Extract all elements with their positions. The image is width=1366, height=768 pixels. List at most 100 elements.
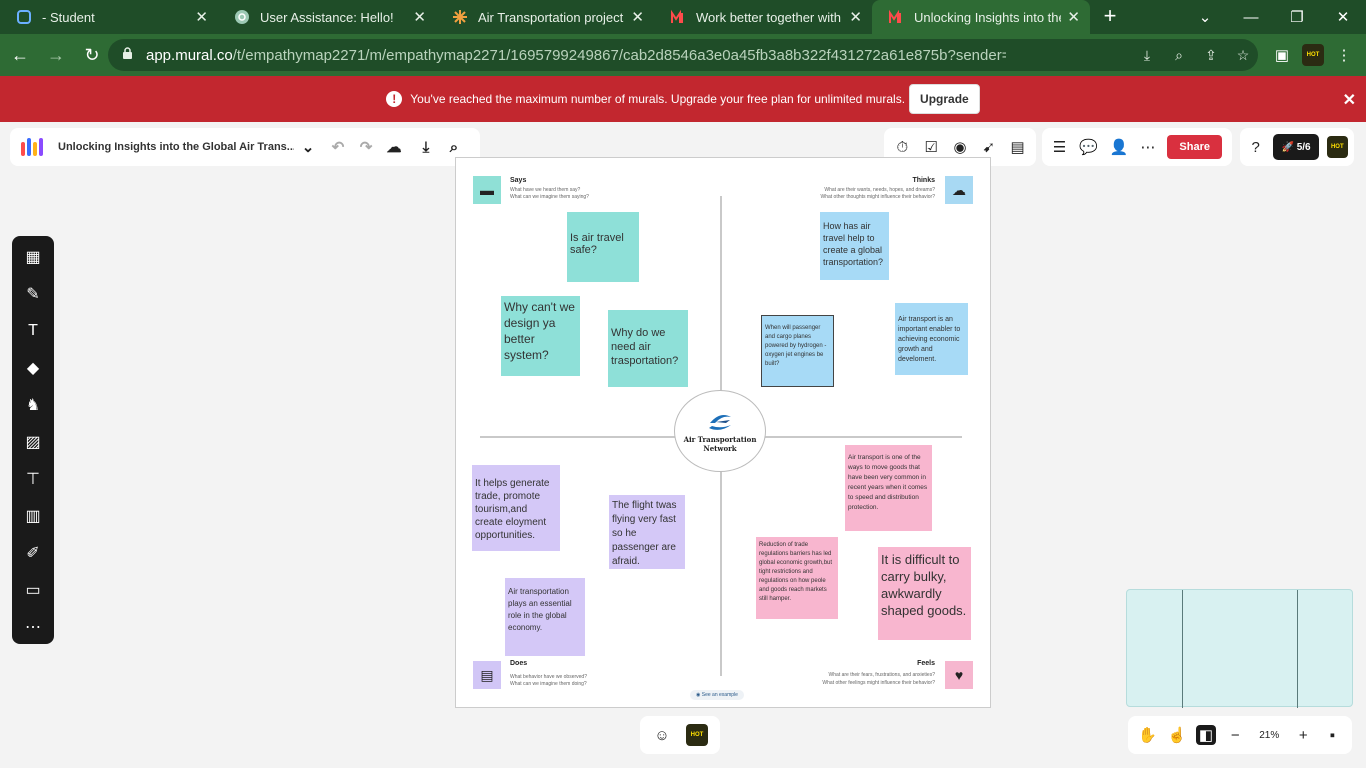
zoom-icon[interactable]: ⌕ — [1170, 46, 1188, 64]
collaborator-avatar[interactable]: HOT — [686, 724, 708, 746]
install-icon[interactable]: ⤓ — [1138, 46, 1156, 64]
zoom-out-icon[interactable]: − — [1226, 725, 1245, 745]
sticky-note[interactable]: It is difficult to carry bulky, awkwardl… — [878, 547, 971, 640]
browser-tab-active[interactable]: Unlocking Insights into the G ✕ — [872, 0, 1090, 34]
chrome-menu-icon[interactable]: ⋮ — [1334, 45, 1354, 65]
sticky-note[interactable]: Why do we need air trasportation? — [608, 310, 688, 387]
close-tab-icon[interactable]: ✕ — [195, 8, 208, 26]
share-button[interactable]: Share — [1167, 135, 1222, 159]
rocket-badge[interactable]: 🚀 5/6 — [1273, 134, 1319, 160]
minimap-toggle-icon[interactable]: ▪ — [1323, 725, 1342, 745]
facilitation-icon[interactable]: ▤ — [1009, 137, 1026, 157]
select-mode-icon[interactable]: ☝ — [1167, 725, 1186, 745]
mural-tab-icon — [670, 9, 686, 25]
members-icon[interactable]: 👤 — [1110, 137, 1129, 157]
search-icon[interactable]: ⌕ — [444, 137, 464, 157]
sticky-note[interactable]: Air transport is one of the ways to move… — [845, 445, 932, 531]
reactions-bar: ☺ HOT — [640, 716, 720, 754]
sticky-note[interactable]: How has air travel help to create a glob… — [820, 212, 889, 280]
sticky-note[interactable]: Is air travel safe? — [567, 212, 639, 282]
mural-logo-icon — [21, 138, 43, 156]
table-icon[interactable]: ▥ — [22, 505, 44, 527]
side-panel-icon[interactable]: ▣ — [1272, 45, 1292, 65]
private-mode-icon[interactable]: ◉ — [952, 137, 969, 157]
sticky-note[interactable]: It helps generate trade, promote tourism… — [472, 465, 560, 551]
thinks-subtitle-2: What other thoughts might influence thei… — [820, 194, 935, 200]
close-tab-icon[interactable]: ✕ — [1067, 8, 1080, 26]
hand-pan-icon[interactable]: ✋ — [1138, 725, 1157, 745]
left-toolbar: ▦ ✎ T ◆ ♞ ▨ ⊤ ▥ ✐ ▭ ⋯ — [12, 236, 54, 644]
sticky-note[interactable]: Why can't we design ya better system? — [501, 296, 580, 376]
emoji-reaction-icon[interactable]: ☺ — [652, 725, 672, 745]
reload-button[interactable]: ↻ — [76, 39, 108, 71]
tab-title: - Student — [42, 9, 95, 25]
user-avatar[interactable]: HOT — [1326, 136, 1348, 158]
feels-heart-icon: ♥ — [945, 661, 973, 689]
download-icon[interactable]: ⤓ — [416, 137, 436, 157]
browser-tab[interactable]: User Assistance: Hello! ✕ — [218, 0, 436, 34]
warning-icon: ! — [386, 91, 403, 107]
undo-icon[interactable]: ↶ — [328, 137, 348, 157]
lock-icon — [122, 46, 136, 64]
says-title: Says — [510, 177, 527, 184]
does-subtitle-1: What behavior have we observed? — [510, 674, 587, 680]
frame-icon[interactable]: ▭ — [22, 579, 44, 601]
minimap-divider — [1297, 590, 1298, 708]
sticky-note[interactable]: Reduction of trade regulations barriers … — [756, 537, 838, 619]
more-options-icon[interactable]: ⋯ — [1140, 137, 1155, 157]
upgrade-banner: ! You've reached the maximum number of m… — [0, 76, 1366, 122]
templates-icon[interactable]: ▦ — [22, 246, 44, 268]
text-icon[interactable]: T — [22, 320, 44, 342]
presentation-mode-icon[interactable]: ◧ — [1196, 725, 1216, 745]
outline-icon[interactable]: ☰ — [1052, 137, 1067, 157]
draw-pen-icon[interactable]: ✐ — [22, 542, 44, 564]
empathy-map-canvas[interactable]: ▬ Says What have we heard them say? What… — [455, 157, 991, 708]
close-tab-icon[interactable]: ✕ — [849, 8, 862, 26]
bookmark-star-icon[interactable]: ☆ — [1234, 46, 1252, 64]
airplane-logo-icon — [709, 415, 731, 430]
see-example-link[interactable]: ◉ See an example — [690, 690, 744, 700]
upgrade-button[interactable]: Upgrade — [909, 84, 980, 114]
cloud-saved-icon[interactable]: ☁ — [384, 137, 404, 157]
laser-pointer-icon[interactable]: ➹ — [980, 137, 997, 157]
tab-strip: - Student ✕ User Assistance: Hello! ✕ Ai… — [0, 0, 1366, 34]
profile-avatar[interactable]: HOT — [1302, 44, 1324, 66]
close-window-button[interactable]: ✕ — [1320, 0, 1366, 34]
sticky-note-icon[interactable]: ✎ — [22, 283, 44, 305]
help-icon[interactable]: ? — [1246, 137, 1265, 157]
browser-tab[interactable]: - Student ✕ — [0, 0, 218, 34]
icons-llama-icon[interactable]: ♞ — [22, 394, 44, 416]
sticky-note[interactable]: Air transport is an important enabler to… — [895, 303, 968, 375]
comments-icon[interactable]: 💬 — [1079, 137, 1098, 157]
shapes-icon[interactable]: ◆ — [22, 357, 44, 379]
image-icon[interactable]: ▨ — [22, 431, 44, 453]
diagram-icon[interactable]: ⊤ — [22, 468, 44, 490]
close-tab-icon[interactable]: ✕ — [631, 8, 644, 26]
browser-tab[interactable]: Air Transportation project D ✕ — [436, 0, 654, 34]
close-tab-icon[interactable]: ✕ — [413, 8, 426, 26]
forward-button[interactable]: → — [40, 39, 72, 71]
zoom-level[interactable]: 21% — [1255, 730, 1284, 741]
timer-icon[interactable]: ⏱ — [894, 137, 911, 157]
address-bar[interactable]: app.mural.co/t/empathymap2271/m/empathym… — [108, 39, 1258, 71]
mural-title[interactable]: Unlocking Insights into the Global Air T… — [58, 141, 294, 153]
close-banner-icon[interactable]: ✕ — [1343, 90, 1356, 110]
back-button[interactable]: ← — [4, 39, 36, 71]
share-page-icon[interactable]: ⇪ — [1202, 46, 1220, 64]
more-tools-icon[interactable]: ⋯ — [22, 616, 44, 638]
zoom-in-icon[interactable]: + — [1294, 725, 1313, 745]
redo-icon[interactable]: ↷ — [356, 137, 376, 157]
banner-message: You've reached the maximum number of mur… — [410, 92, 906, 106]
browser-tab[interactable]: Work better together with M ✕ — [654, 0, 872, 34]
sticky-note[interactable]: The flight twas flying very fast so he p… — [609, 495, 685, 569]
restore-button[interactable]: ❐ — [1274, 0, 1320, 34]
center-persona-circle: Air Transportation Network — [674, 390, 766, 472]
minimize-button[interactable]: — — [1228, 0, 1274, 34]
sticky-note[interactable]: When will passenger and cargo planes pow… — [761, 315, 834, 387]
new-tab-button[interactable]: + — [1090, 0, 1130, 34]
sticky-note[interactable]: Air transportation plays an essential ro… — [505, 578, 585, 656]
voting-icon[interactable]: ☑ — [923, 137, 940, 157]
minimap[interactable] — [1126, 589, 1353, 708]
tab-search-icon[interactable]: ⌄ — [1182, 0, 1228, 34]
title-dropdown-chevron-icon[interactable]: ⌄ — [298, 137, 318, 157]
